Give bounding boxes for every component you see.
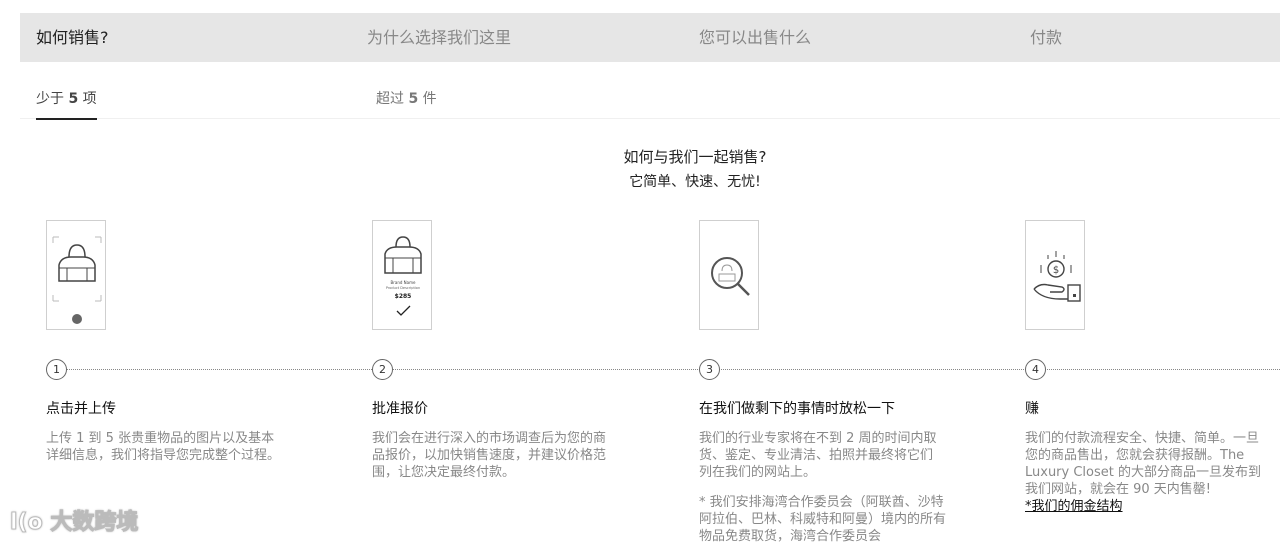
tab-payment[interactable]: 付款 — [1030, 13, 1062, 62]
intro-title: 如何与我们一起销售? — [623, 148, 767, 166]
step-number-3: 3 — [699, 359, 720, 380]
subtab-more-than-5[interactable]: 超过 5 件 — [376, 88, 437, 118]
sub-tab-bar: 少于 5 项 超过 5 件 — [20, 78, 1280, 120]
tab-what-you-can-sell[interactable]: 您可以出售什么 — [699, 13, 811, 62]
upload-phone-illustration — [46, 220, 106, 330]
step-title-3: 在我们做剩下的事情时放松一下 — [699, 401, 895, 417]
svg-text:$: $ — [1053, 265, 1059, 276]
watermark-logo: l(o — [10, 510, 44, 536]
step-title-1: 点击并上传 — [46, 401, 116, 417]
subtab-less-than-5[interactable]: 少于 5 项 — [36, 88, 97, 120]
bag-upload-icon — [52, 236, 102, 324]
step-desc-1: 上传 1 到 5 张贵重物品的图片以及基本详细信息，我们将指导您完成整个过程。 — [46, 431, 281, 463]
bag-price-icon: Brand Name Product Description $285 — [384, 236, 422, 316]
intro-subtitle: 它简单、快速、无忧! — [629, 174, 761, 190]
magnifier-icon — [711, 257, 750, 296]
step-number-2: 2 — [372, 359, 393, 380]
price-label: $285 — [395, 293, 412, 300]
step-number-4: 4 — [1025, 359, 1046, 380]
tab-how-to-sell[interactable]: 如何销售? — [36, 13, 109, 62]
commission-structure-link[interactable]: *我们的佣金结构 — [1025, 498, 1270, 515]
step-title-4: 赚 — [1025, 401, 1039, 417]
steps-timeline — [66, 369, 1280, 370]
tab-why-choose-us[interactable]: 为什么选择我们这里 — [367, 13, 511, 62]
offer-phone-illustration: Brand Name Product Description $285 — [372, 220, 432, 330]
top-tab-bar: 如何销售? 为什么选择我们这里 您可以出售什么 付款 — [20, 13, 1280, 62]
step-desc-4-text: 我们的付款流程安全、快捷、简单。一旦您的商品售出，您就会获得报酬。The Lux… — [1025, 431, 1261, 497]
watermark: l(o 大数跨境 — [10, 504, 139, 536]
watermark-text: 大数跨境 — [50, 510, 139, 536]
step-desc-2: 我们会在进行深入的市场调查后为您的商品报价，以加快销售速度，并建议价格范围，让您… — [372, 431, 607, 480]
brand-name-label: Brand Name — [391, 280, 417, 285]
product-description-label: Product Description — [386, 286, 420, 290]
step-number-1: 1 — [46, 359, 67, 380]
inspect-phone-illustration — [699, 220, 759, 330]
step-desc-4: 我们的付款流程安全、快捷、简单。一旦您的商品售出，您就会获得报酬。The Lux… — [1025, 430, 1270, 515]
hand-money-icon: $ — [1033, 251, 1081, 302]
step-note-3: * 我们安排海湾合作委员会（阿联酋、沙特阿拉伯、巴林、科威特和阿曼）境内的所有物… — [699, 495, 947, 544]
step-desc-3: 我们的行业专家将在不到 2 周的时间内取货、鉴定、专业清洁、拍照并最终将它们列在… — [699, 431, 937, 480]
earn-illustration: $ — [1025, 220, 1085, 330]
step-title-2: 批准报价 — [372, 401, 428, 417]
